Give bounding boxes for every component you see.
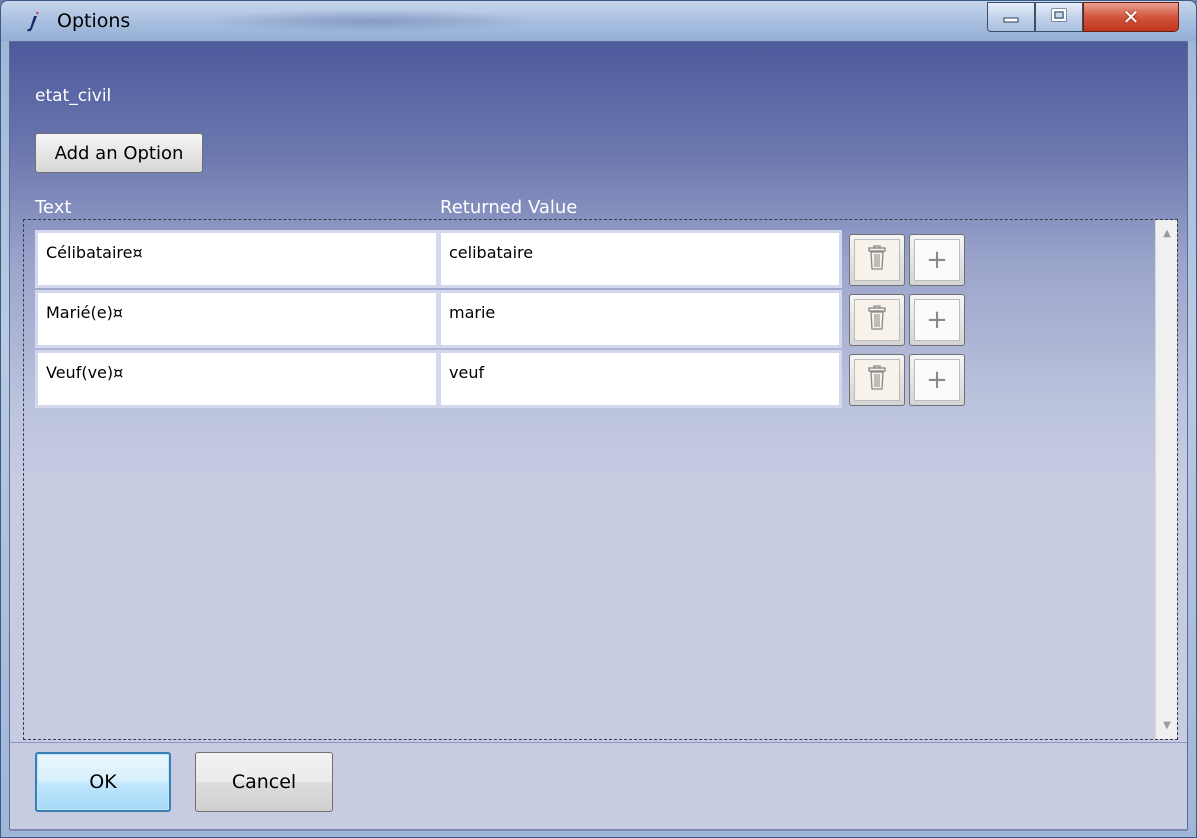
minimize-icon: [1001, 8, 1021, 27]
options-list[interactable]: Célibataire¤ celibataire + Marié(e)¤ mar…: [23, 219, 1178, 740]
vertical-scrollbar[interactable]: ▲ ▼: [1155, 220, 1177, 739]
option-text-input[interactable]: Veuf(ve)¤: [35, 350, 439, 408]
ok-button[interactable]: OK: [35, 752, 171, 812]
column-header-returned-value: Returned Value: [440, 197, 578, 218]
trash-icon: [865, 365, 889, 395]
close-icon: ✕: [1122, 5, 1140, 29]
delete-option-button[interactable]: [849, 294, 905, 346]
title-bar[interactable]: Options ✕: [1, 1, 1196, 41]
column-header-text: Text: [35, 197, 72, 218]
insert-option-button[interactable]: +: [909, 294, 965, 346]
delete-option-button[interactable]: [849, 354, 905, 406]
title-bar-blur: [201, 9, 541, 33]
option-value-input[interactable]: celibataire: [438, 230, 842, 288]
insert-option-button[interactable]: +: [909, 234, 965, 286]
dialog-bottom-border: [10, 829, 1187, 831]
delete-option-button[interactable]: [849, 234, 905, 286]
plus-icon: +: [926, 365, 948, 395]
dialog-client-area: etat_civil Add an Option Text Returned V…: [9, 41, 1188, 831]
trash-icon: [865, 305, 889, 335]
scroll-up-icon[interactable]: ▲: [1156, 228, 1178, 239]
app-icon[interactable]: [23, 9, 45, 33]
add-option-button[interactable]: Add an Option: [35, 133, 203, 173]
plus-icon: +: [926, 245, 948, 275]
options-window: Options ✕ etat_civil Add an Option Text …: [0, 0, 1197, 838]
footer-separator: [10, 742, 1187, 743]
trash-icon: [865, 245, 889, 275]
insert-option-button[interactable]: +: [909, 354, 965, 406]
close-button[interactable]: ✕: [1083, 2, 1179, 32]
option-value-input[interactable]: veuf: [438, 350, 842, 408]
option-value-input[interactable]: marie: [438, 290, 842, 348]
scroll-down-icon[interactable]: ▼: [1156, 720, 1178, 731]
cancel-button[interactable]: Cancel: [195, 752, 333, 812]
maximize-icon: [1049, 7, 1069, 27]
window-title: Options: [57, 10, 131, 32]
plus-icon: +: [926, 305, 948, 335]
minimize-button[interactable]: [987, 2, 1035, 32]
field-name-label: etat_civil: [35, 86, 112, 106]
option-text-input[interactable]: Marié(e)¤: [35, 290, 439, 348]
maximize-button[interactable]: [1035, 2, 1083, 32]
option-text-input[interactable]: Célibataire¤: [35, 230, 439, 288]
